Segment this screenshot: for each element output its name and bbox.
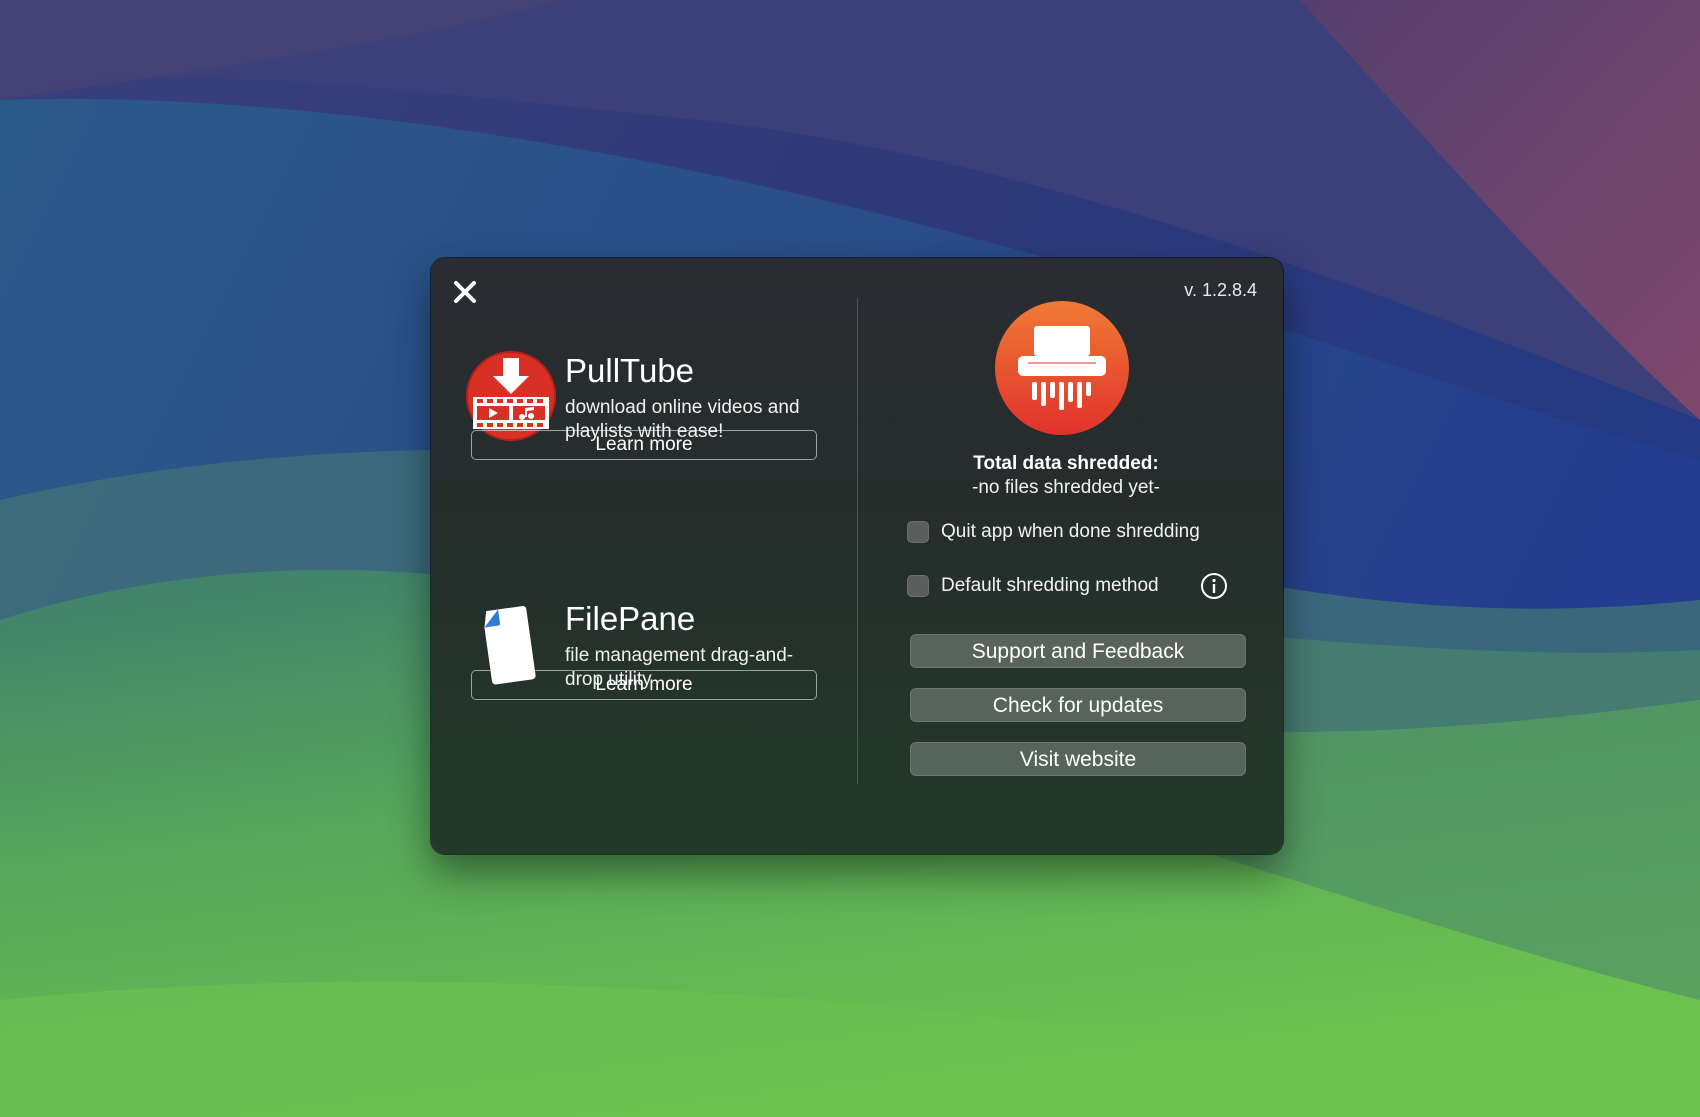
column-divider — [857, 298, 858, 784]
shredder-app-icon — [995, 301, 1129, 435]
total-shredded-label: Total data shredded: — [973, 453, 1159, 474]
about-dialog: v. 1.2.8.4 PullTube download online vide… — [431, 258, 1283, 854]
default-method-checkbox[interactable] — [907, 575, 929, 597]
pulltube-logo-icon — [466, 351, 556, 441]
quit-when-done-label: Quit app when done shredding — [941, 521, 1200, 542]
pulltube-learn-more-button[interactable]: Learn more — [471, 430, 817, 460]
desktop: v. 1.2.8.4 PullTube download online vide… — [0, 0, 1700, 1117]
filepane-learn-more-button[interactable]: Learn more — [471, 670, 817, 700]
check-updates-button[interactable]: Check for updates — [910, 688, 1246, 722]
support-feedback-button[interactable]: Support and Feedback — [910, 634, 1246, 668]
info-icon[interactable] — [1200, 572, 1228, 600]
quit-when-done-checkbox[interactable] — [907, 521, 929, 543]
visit-website-button[interactable]: Visit website — [910, 742, 1246, 776]
quit-when-done-option[interactable]: Quit app when done shredding — [907, 519, 1200, 545]
default-method-label: Default shredding method — [941, 575, 1159, 596]
default-method-option[interactable]: Default shredding method — [907, 573, 1159, 599]
promo-title: FilePane — [565, 600, 696, 637]
total-shredded-value: -no files shredded yet- — [972, 477, 1160, 498]
version-label: v. 1.2.8.4 — [1184, 280, 1257, 300]
close-icon[interactable] — [451, 278, 479, 306]
shred-stats: Total data shredded: -no files shredded … — [901, 452, 1231, 500]
promo-title: PullTube — [565, 352, 695, 389]
